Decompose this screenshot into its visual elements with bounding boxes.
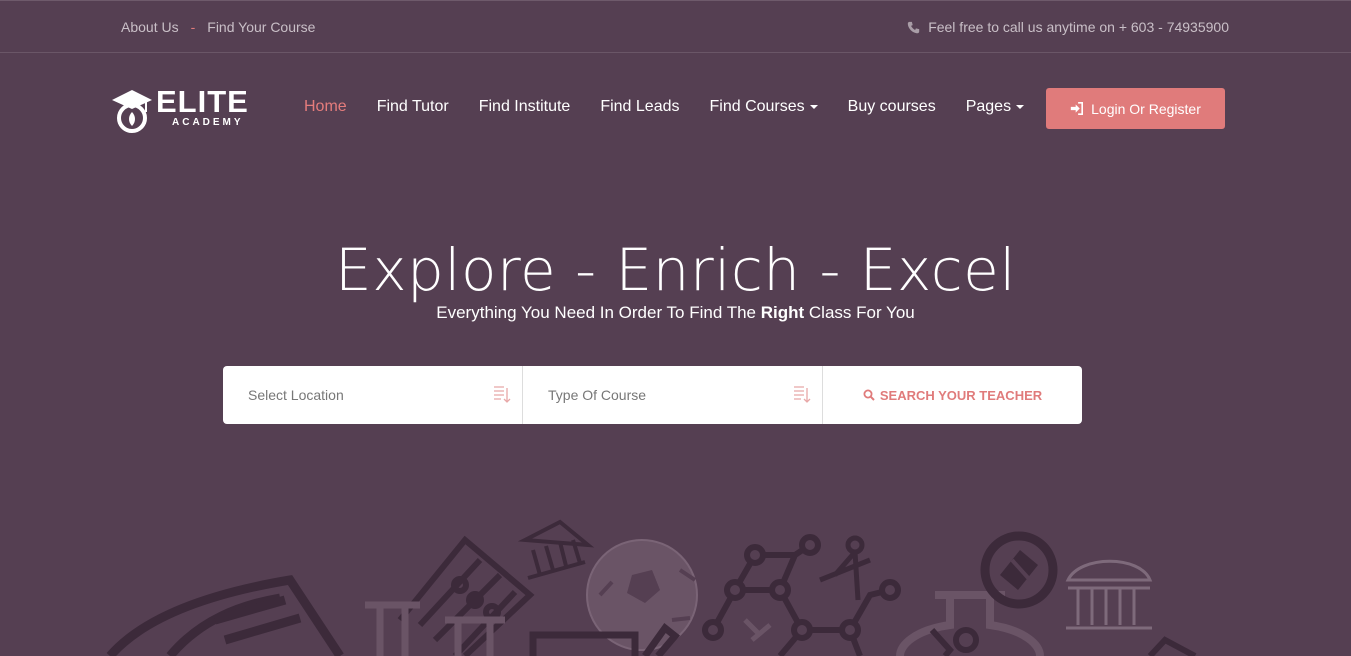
search-icon — [863, 389, 875, 401]
sort-list-icon — [794, 386, 811, 403]
caret-down-icon — [809, 104, 818, 109]
sort-list-icon — [494, 386, 511, 403]
location-select[interactable]: Select Location — [223, 366, 523, 424]
hero-subtitle-after: Class For You — [804, 303, 915, 322]
find-your-course-link[interactable]: Find Your Course — [207, 19, 315, 35]
search-teacher-button[interactable]: SEARCH YOUR TEACHER — [823, 366, 1082, 424]
caret-down-icon — [1016, 104, 1025, 109]
logo-wordmark: ELITE — [156, 84, 249, 119]
nav-find-courses-label: Find Courses — [709, 98, 805, 115]
nav-find-courses[interactable]: Find Courses — [710, 98, 818, 116]
main-nav: Home Find Tutor Find Institute Find Lead… — [304, 98, 1054, 116]
course-type-placeholder: Type Of Course — [548, 387, 647, 403]
search-teacher-label: SEARCH YOUR TEACHER — [879, 387, 1043, 403]
education-illustration — [106, 519, 1197, 656]
top-links: About Us - Find Your Course — [121, 19, 315, 35]
logo-subtitle: ACADEMY — [172, 117, 244, 128]
top-bar: About Us - Find Your Course Feel free to c… — [0, 0, 1351, 53]
top-link-separator: - — [190, 19, 196, 35]
nav-find-leads[interactable]: Find Leads — [600, 98, 679, 116]
nav-pages-label: Pages — [965, 98, 1012, 115]
open-book-icon — [106, 575, 344, 656]
nav-find-tutor[interactable]: Find Tutor — [377, 98, 449, 116]
elite-academy-logo[interactable]: ELITE ACADEMY — [110, 84, 265, 134]
trophy-icon — [929, 627, 979, 656]
museum-icon — [1065, 559, 1153, 630]
nav-home[interactable]: Home — [304, 98, 347, 116]
phone-icon — [908, 21, 920, 33]
nav-pages[interactable]: Pages — [965, 98, 1025, 116]
bank-icon — [517, 519, 595, 580]
hero-subtitle: Everything You Need In Order To Find The… — [0, 302, 1351, 324]
course-type-select[interactable]: Type Of Course — [523, 366, 823, 424]
location-placeholder: Select Location — [248, 387, 344, 403]
sign-in-icon — [1070, 102, 1084, 115]
compass-icon — [819, 535, 871, 601]
molecule-icon — [702, 534, 901, 656]
phone-info: Feel free to call us anytime on + 603 - … — [907, 19, 1229, 35]
hand-icon — [1147, 636, 1197, 656]
about-us-link[interactable]: About Us — [121, 19, 179, 35]
phone-text: Feel free to call us anytime on + 603 - … — [928, 19, 1229, 35]
search-bar: Select Location Type Of Course SEARCH YO… — [223, 366, 1082, 424]
login-register-button[interactable]: Login Or Register — [1046, 88, 1225, 129]
nav-buy-courses[interactable]: Buy courses — [848, 98, 936, 116]
graduation-cap-icon — [112, 90, 152, 133]
nav-find-institute[interactable]: Find Institute — [479, 98, 571, 116]
no-eraser-icon — [980, 531, 1058, 609]
hero-subtitle-bold: Right — [760, 303, 805, 322]
hero-subtitle-before: Everything You Need In Order To Find The — [436, 303, 761, 322]
abacus-icon — [397, 535, 535, 656]
hero-title: Explore - Enrich - Excel — [335, 236, 1016, 304]
login-register-label: Login Or Register — [1091, 100, 1201, 117]
